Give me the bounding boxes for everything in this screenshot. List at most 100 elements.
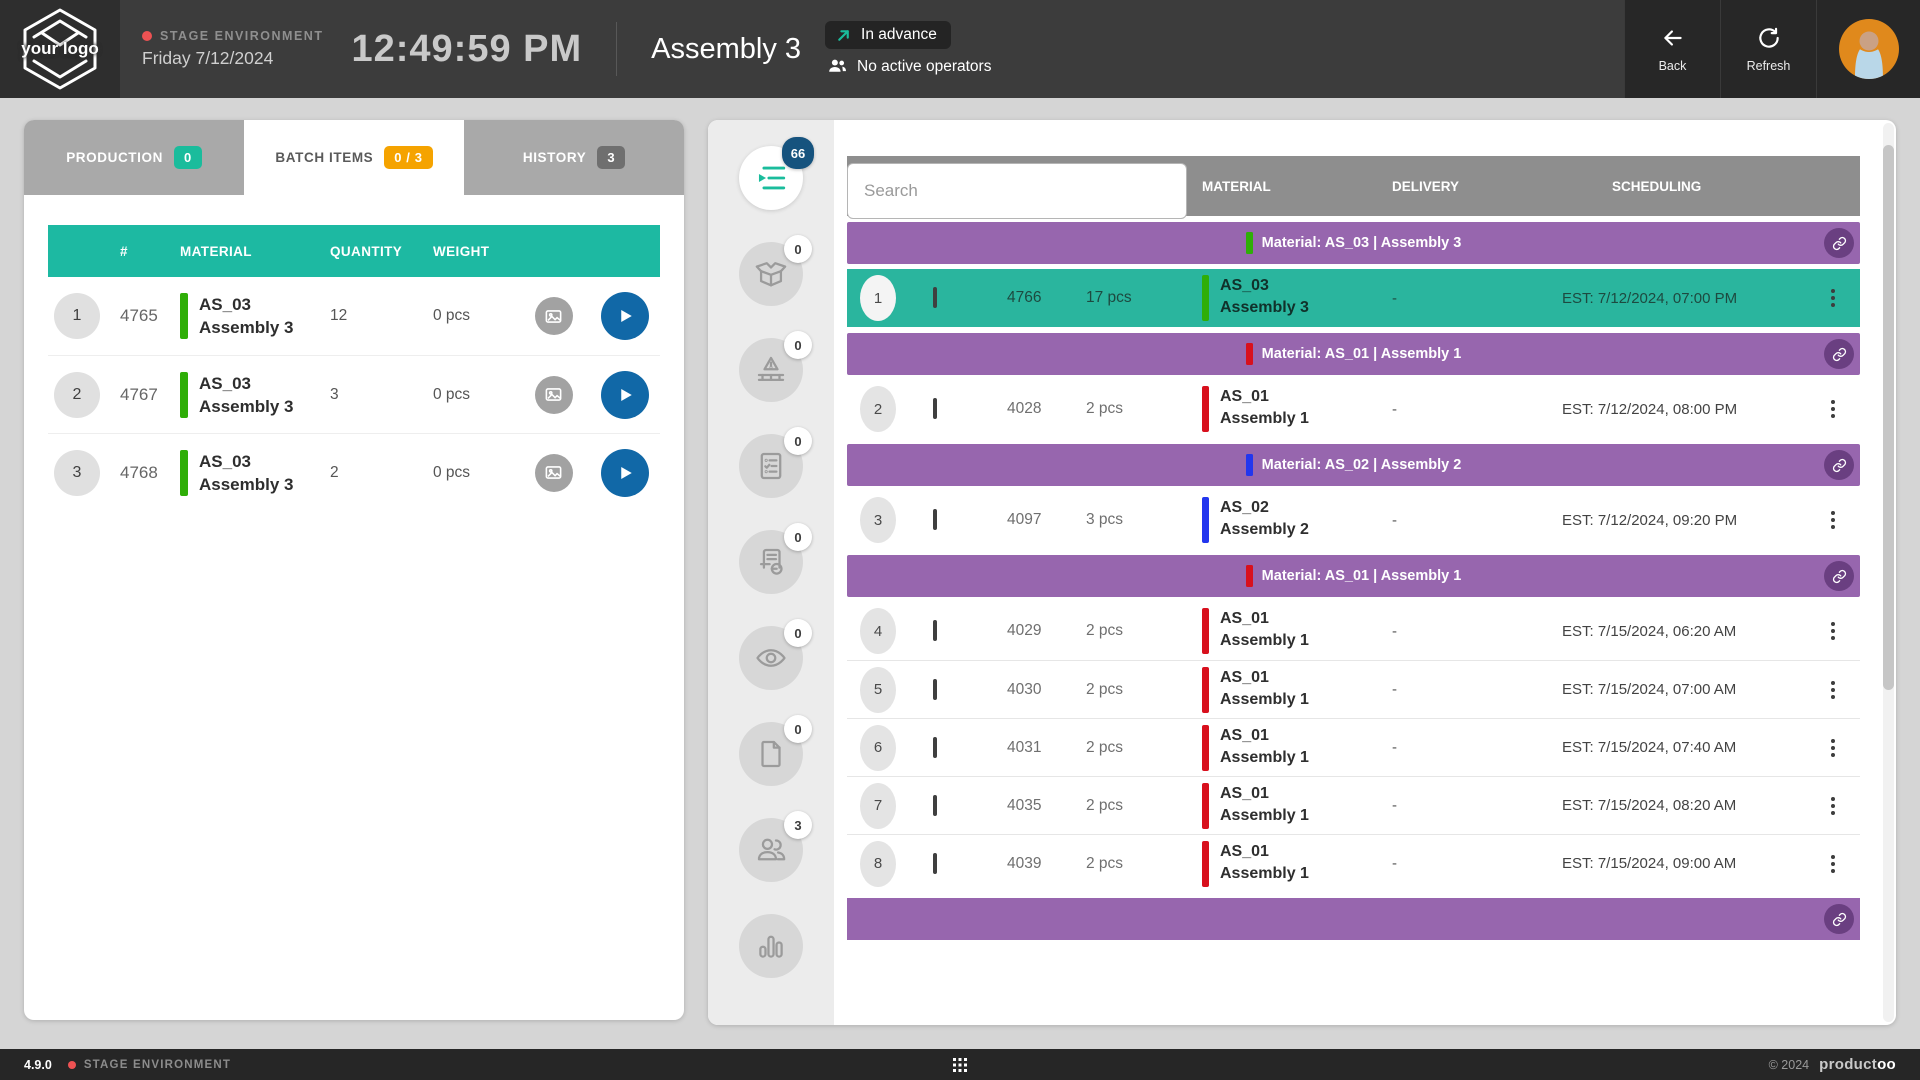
order-delivery: -	[1392, 855, 1562, 872]
row-checkbox[interactable]	[933, 795, 937, 816]
batch-weight: 0 pcs	[433, 307, 518, 325]
environment-label: STAGE ENVIRONMENT	[160, 29, 323, 43]
batch-row-number: 3	[54, 450, 100, 496]
gallery-button[interactable]	[535, 297, 573, 335]
row-checkbox[interactable]	[933, 853, 937, 874]
order-row[interactable]: 8 4039 2 pcs AS_01Assembly 1 - EST: 7/15…	[847, 834, 1860, 892]
material-code: AS_01	[1220, 785, 1269, 802]
group-link-button[interactable]	[1824, 904, 1854, 934]
batch-row-number: 2	[54, 372, 100, 418]
group-link-button[interactable]	[1824, 450, 1854, 480]
arrow-up-right-icon	[835, 27, 852, 44]
apps-grid-button[interactable]	[953, 1058, 967, 1072]
batch-quantity: 3	[330, 386, 433, 404]
orders-scrollbar[interactable]	[1883, 123, 1894, 1022]
order-row[interactable]: 4 4029 2 pcs AS_01Assembly 1 - EST: 7/15…	[847, 602, 1860, 660]
group-label-text: Material: AS_01 | Assembly 1	[1262, 346, 1462, 362]
row-menu-button[interactable]	[1827, 793, 1839, 819]
start-batch-button[interactable]	[601, 449, 649, 497]
status-block: In advance No active operators	[825, 21, 991, 77]
order-scheduling: EST: 7/12/2024, 09:20 PM	[1562, 512, 1805, 529]
col-scheduling: SCHEDULING	[1562, 179, 1805, 194]
environment-dot-icon	[142, 31, 152, 41]
rail-eye-badge: 0	[784, 619, 812, 647]
material-name: Assembly 3	[199, 397, 294, 416]
group-label-text: Material: AS_03 | Assembly 3	[1262, 235, 1462, 251]
row-menu-button[interactable]	[1827, 677, 1839, 703]
row-menu-button[interactable]	[1827, 618, 1839, 644]
tab-history[interactable]: HISTORY 3	[464, 120, 684, 195]
rail-checklist-button[interactable]: 0	[739, 434, 803, 498]
gallery-button[interactable]	[535, 454, 573, 492]
order-delivery: -	[1392, 401, 1562, 418]
search-input[interactable]	[847, 163, 1187, 219]
logo-text: your logo	[21, 39, 98, 59]
rail-bar-chart-button[interactable]	[739, 914, 803, 978]
tab-production[interactable]: PRODUCTION 0	[24, 120, 244, 195]
rail-file-button[interactable]: 0	[739, 722, 803, 786]
row-checkbox[interactable]	[933, 679, 937, 700]
tab-batch-items[interactable]: BATCH ITEMS 0 / 3	[244, 120, 464, 195]
scrollbar-thumb[interactable]	[1883, 145, 1894, 690]
row-menu-button[interactable]	[1827, 285, 1839, 311]
orders-table-area: # QUANTITY MATERIAL DELIVERY SCHEDULING …	[847, 120, 1860, 1025]
page-title: Assembly 3	[635, 33, 817, 66]
order-delivery: -	[1392, 623, 1562, 640]
row-menu-button[interactable]	[1827, 396, 1839, 422]
batch-row-number: 1	[54, 293, 100, 339]
order-row[interactable]: 5 4030 2 pcs AS_01Assembly 1 - EST: 7/15…	[847, 660, 1860, 718]
row-checkbox[interactable]	[933, 620, 937, 641]
order-row[interactable]: 1 4766 17 pcs AS_03Assembly 3 - EST: 7/1…	[847, 269, 1860, 327]
rail-checklist-badge: 0	[784, 427, 812, 455]
order-row-number: 4	[860, 608, 896, 654]
row-checkbox[interactable]	[933, 398, 937, 419]
operators-icon	[827, 56, 848, 77]
brand-name-suffix: oo	[1877, 1056, 1896, 1073]
order-quantity: 2 pcs	[1072, 855, 1192, 873]
order-id: 4035	[977, 797, 1072, 815]
order-row[interactable]: 3 4097 3 pcs AS_02Assembly 2 - EST: 7/12…	[847, 491, 1860, 549]
refresh-icon	[1756, 25, 1782, 51]
col-material: MATERIAL	[1192, 179, 1392, 194]
material-code: AS_01	[1220, 727, 1269, 744]
group-link-button[interactable]	[1824, 561, 1854, 591]
rail-operators-badge: 3	[784, 811, 812, 839]
document-approve-icon	[754, 545, 788, 579]
rail-document-approve-button[interactable]: 0	[739, 530, 803, 594]
order-row[interactable]: 7 4035 2 pcs AS_01Assembly 1 - EST: 7/15…	[847, 776, 1860, 834]
order-id: 4029	[977, 622, 1072, 640]
order-row[interactable]: 2 4028 2 pcs AS_01Assembly 1 - EST: 7/12…	[847, 380, 1860, 438]
group-label-text: Material: AS_01 | Assembly 1	[1262, 568, 1462, 584]
material-color-bar	[1202, 275, 1209, 321]
material-name: Assembly 1	[1220, 807, 1309, 824]
back-button[interactable]: Back	[1624, 0, 1720, 98]
row-menu-button[interactable]	[1827, 851, 1839, 877]
order-scheduling: EST: 7/12/2024, 07:00 PM	[1562, 290, 1805, 307]
row-checkbox[interactable]	[933, 737, 937, 758]
rail-eye-button[interactable]: 0	[739, 626, 803, 690]
order-delivery: -	[1392, 290, 1562, 307]
batch-id: 4767	[106, 385, 178, 405]
user-avatar[interactable]	[1839, 19, 1899, 79]
footer-environment-label: STAGE ENVIRONMENT	[84, 1059, 231, 1071]
gallery-button[interactable]	[535, 376, 573, 414]
row-menu-button[interactable]	[1827, 507, 1839, 533]
row-menu-button[interactable]	[1827, 735, 1839, 761]
start-batch-button[interactable]	[601, 371, 649, 419]
group-link-button[interactable]	[1824, 339, 1854, 369]
refresh-button[interactable]: Refresh	[1720, 0, 1816, 98]
rail-queue-list-button[interactable]: 66	[739, 146, 803, 210]
col-material: MATERIAL	[178, 244, 330, 259]
group-link-button[interactable]	[1824, 228, 1854, 258]
operators-status-label: No active operators	[857, 58, 991, 76]
play-icon	[616, 386, 634, 404]
rail-operators-button[interactable]: 3	[739, 818, 803, 882]
rail-open-box-button[interactable]: 0	[739, 242, 803, 306]
row-checkbox[interactable]	[933, 287, 937, 308]
tab-batch-items-label: BATCH ITEMS	[275, 150, 373, 165]
start-batch-button[interactable]	[601, 292, 649, 340]
material-name: Assembly 3	[1220, 299, 1309, 316]
row-checkbox[interactable]	[933, 509, 937, 530]
order-row[interactable]: 6 4031 2 pcs AS_01Assembly 1 - EST: 7/15…	[847, 718, 1860, 776]
rail-pallet-warning-button[interactable]: 0	[739, 338, 803, 402]
